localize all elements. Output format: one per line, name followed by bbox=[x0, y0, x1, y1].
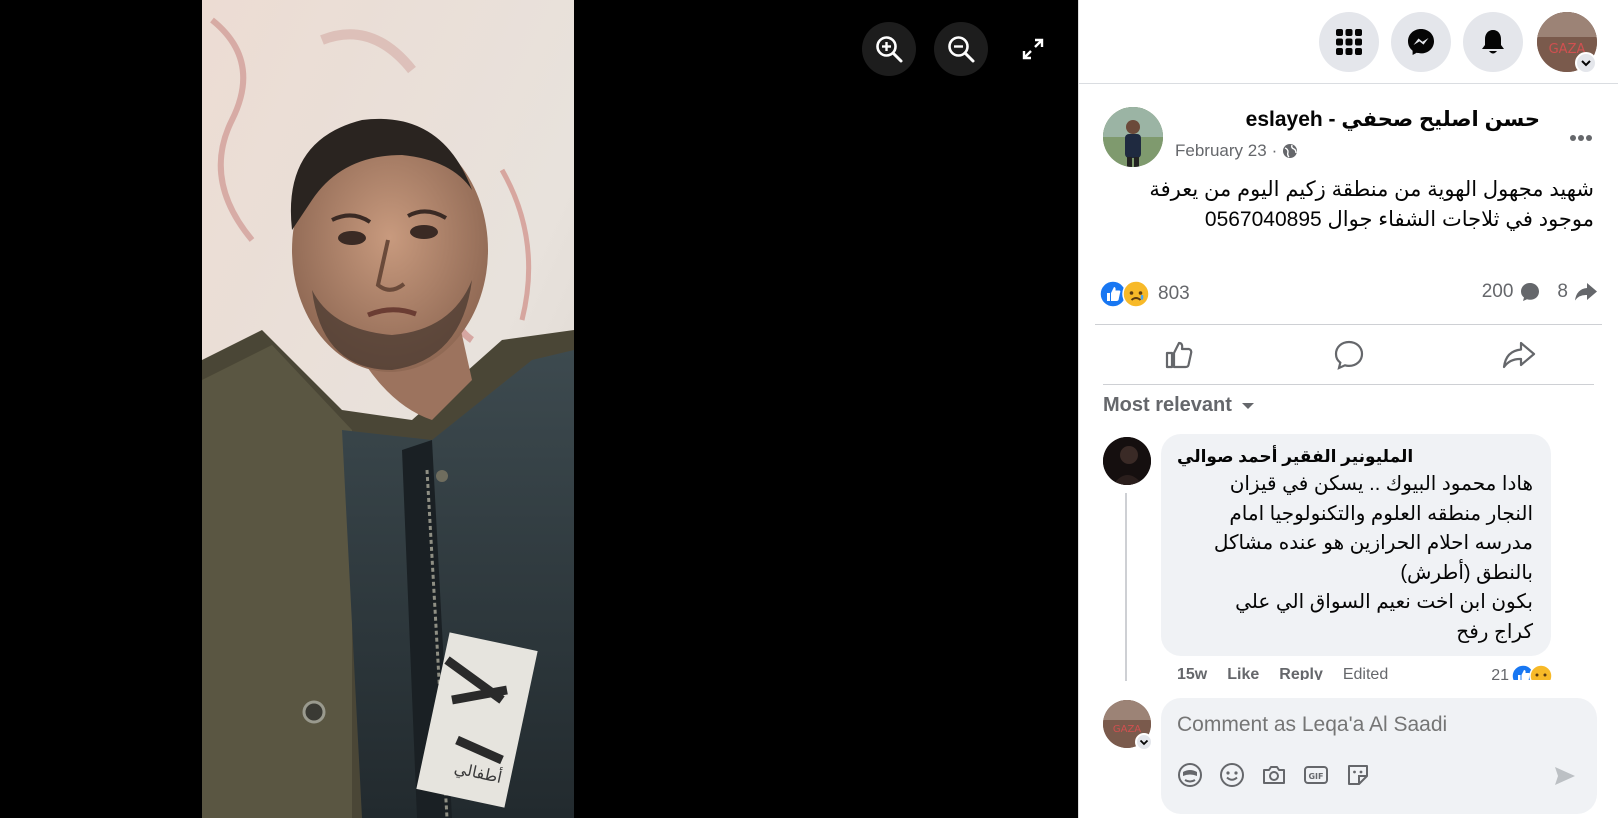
messenger-icon bbox=[1408, 29, 1434, 55]
commenter-avatar-image bbox=[1103, 437, 1151, 485]
comment-count-icon bbox=[1521, 283, 1540, 301]
caret-down-icon bbox=[1241, 402, 1254, 409]
post-options-button[interactable] bbox=[1563, 120, 1599, 156]
comment-reactions-count: 21 bbox=[1491, 667, 1509, 680]
comment-reactions[interactable]: 21 bbox=[1491, 664, 1553, 680]
share-icon bbox=[1502, 341, 1536, 369]
send-icon bbox=[1555, 767, 1575, 785]
share-count-icon bbox=[1575, 283, 1597, 301]
comment-like-link[interactable]: Like bbox=[1227, 666, 1259, 680]
meta-separator: · bbox=[1271, 141, 1278, 160]
zoom-in-button[interactable] bbox=[862, 22, 916, 76]
chevron-down-icon bbox=[1581, 60, 1591, 67]
comment-composer: GIF bbox=[1161, 698, 1597, 814]
comment-text-line: بالنطق (أطرش) bbox=[1400, 561, 1533, 584]
bell-icon bbox=[1482, 30, 1504, 54]
photo-viewer: أطفالي bbox=[0, 0, 1078, 818]
globe-icon bbox=[1283, 144, 1298, 158]
grid-menu-icon bbox=[1336, 29, 1362, 55]
gif-icon[interactable]: GIF bbox=[1303, 762, 1329, 788]
messenger-button[interactable] bbox=[1391, 12, 1451, 72]
post-date[interactable]: February 23 bbox=[1175, 140, 1267, 162]
like-button[interactable] bbox=[1099, 330, 1259, 380]
comment-actions-row: 15w Like Reply Edited 21 bbox=[1161, 662, 1561, 680]
post-photo[interactable]: أطفالي bbox=[202, 0, 574, 818]
actions-divider-bottom bbox=[1103, 384, 1594, 385]
comment-time[interactable]: 15w bbox=[1177, 666, 1207, 680]
post-text-line: شهيد مجهول الهوية من منطقة زكيم اليوم من… bbox=[1149, 178, 1594, 201]
reactions-count[interactable]: 803 bbox=[1158, 283, 1190, 305]
engagement-counts: 200 8 bbox=[1482, 281, 1598, 303]
comment-text-line: كراج رفح bbox=[1456, 620, 1533, 643]
account-dropdown[interactable] bbox=[1575, 52, 1597, 74]
comments-count[interactable]: 200 bbox=[1482, 281, 1514, 303]
post-text: شهيد مجهول الهوية من منطقة زكيم اليوم من… bbox=[1103, 175, 1594, 235]
comment-reply-link[interactable]: Reply bbox=[1279, 666, 1323, 680]
author-avatar[interactable] bbox=[1103, 107, 1163, 167]
fullscreen-icon bbox=[1022, 38, 1044, 60]
author-avatar-image bbox=[1103, 107, 1163, 167]
more-options-icon bbox=[1570, 135, 1592, 141]
post-text-line: موجود في ثلاجات الشفاء جوال 0567040895 bbox=[1204, 208, 1594, 231]
composer-profile-switch[interactable] bbox=[1135, 733, 1153, 751]
zoom-out-icon bbox=[948, 36, 975, 63]
photo-illustration: أطفالي bbox=[202, 0, 574, 818]
notifications-button[interactable] bbox=[1463, 12, 1523, 72]
reactions-summary[interactable]: 803 bbox=[1099, 280, 1190, 308]
comment-bubble: المليونير الفقير أحمد صوالي هادا محمود ا… bbox=[1161, 434, 1551, 656]
comment-text-line: مدرسه احلام الحرازين هو عنده مشاكل bbox=[1213, 532, 1533, 555]
thread-line bbox=[1125, 493, 1127, 681]
comment-text-line: بكون ابن اخت نعيم السواق الي علي bbox=[1235, 591, 1533, 614]
share-button[interactable] bbox=[1439, 330, 1599, 380]
comment-text: هادا محمود البيوك .. يسكن في قيزان النجا… bbox=[1175, 470, 1533, 648]
shares-count[interactable]: 8 bbox=[1557, 281, 1568, 303]
composer-tools: GIF bbox=[1177, 762, 1371, 788]
comment-edited-label: Edited bbox=[1342, 666, 1389, 680]
comment-text-line: هادا محمود البيوك .. يسكن في قيزان bbox=[1229, 473, 1533, 495]
post-meta: February 23 · bbox=[1175, 140, 1298, 162]
camera-icon[interactable] bbox=[1261, 762, 1287, 788]
zoom-out-button[interactable] bbox=[934, 22, 988, 76]
zoom-in-icon bbox=[876, 36, 903, 63]
fullscreen-button[interactable] bbox=[1006, 22, 1060, 76]
actions-divider-top bbox=[1095, 324, 1602, 325]
gif-label: GIF bbox=[1308, 772, 1323, 781]
menu-button[interactable] bbox=[1319, 12, 1379, 72]
post-side-panel: GAZA حسن اصليح صحفي - eslayeh February 2… bbox=[1078, 0, 1618, 818]
comment-filter-dropdown[interactable]: Most relevant bbox=[1103, 394, 1256, 417]
comment-input[interactable] bbox=[1177, 710, 1577, 740]
commenter-avatar[interactable] bbox=[1103, 437, 1151, 485]
sad-reaction-icon bbox=[1122, 280, 1150, 308]
post-author-name[interactable]: حسن اصليح صحفي - eslayeh bbox=[1246, 107, 1540, 133]
comment-text-line: النجار منطقه العلوم والتكنولوجيا امام bbox=[1229, 502, 1533, 525]
avatar-sticker-icon[interactable] bbox=[1177, 762, 1203, 788]
like-icon bbox=[1165, 341, 1193, 369]
comment-actions: 15w Like Reply Edited bbox=[1177, 666, 1388, 680]
composer-avatar-graffiti: GAZA bbox=[1113, 724, 1141, 735]
comment-icon bbox=[1334, 340, 1364, 370]
chevron-down-icon bbox=[1139, 739, 1149, 746]
emoji-icon[interactable] bbox=[1219, 762, 1245, 788]
comment-author[interactable]: المليونير الفقير أحمد صوالي bbox=[1177, 446, 1413, 468]
sticker-icon[interactable] bbox=[1345, 762, 1371, 788]
send-button[interactable] bbox=[1553, 764, 1577, 793]
header-divider bbox=[1079, 83, 1618, 84]
comment-button[interactable] bbox=[1269, 330, 1429, 380]
comment-filter-label: Most relevant bbox=[1103, 394, 1232, 416]
comment-sad-reaction-icon bbox=[1529, 664, 1553, 680]
